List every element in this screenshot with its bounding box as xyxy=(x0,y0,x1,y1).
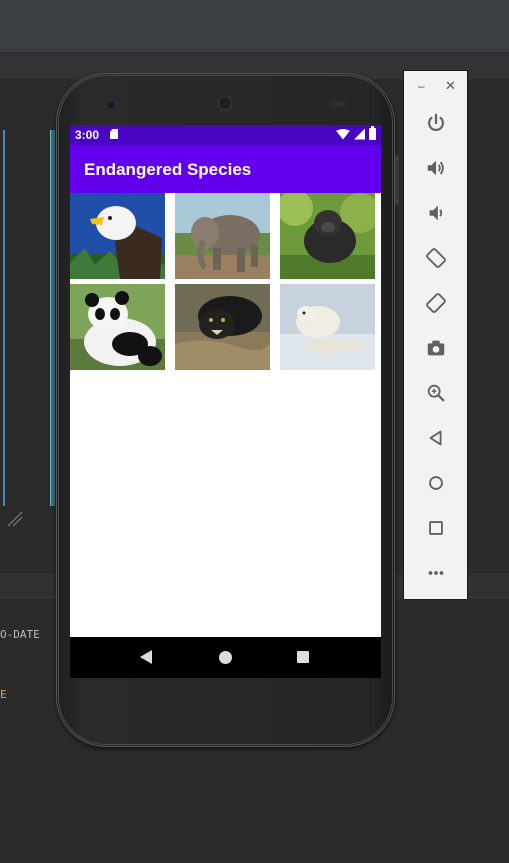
power-button[interactable] xyxy=(423,110,449,136)
minimize-button[interactable]: – xyxy=(418,79,425,93)
volume-down-button[interactable] xyxy=(423,200,449,226)
more-options-button[interactable] xyxy=(423,560,449,586)
camera-icon xyxy=(427,340,445,356)
app-bar: Endangered Species xyxy=(70,145,381,193)
volume-down-icon xyxy=(429,205,443,221)
blueprint-preview-frame xyxy=(50,130,55,506)
emulator-back-button[interactable] xyxy=(423,425,449,451)
status-bar: 3:00 xyxy=(70,125,381,145)
rotate-left-icon xyxy=(426,248,446,268)
emulator-overview-button[interactable] xyxy=(423,515,449,541)
more-icon xyxy=(428,571,444,575)
device-frame: 3:00 Endangered Species xyxy=(56,73,399,747)
rotate-right-button[interactable] xyxy=(423,290,449,316)
hardware-power-button[interactable] xyxy=(395,155,399,205)
home-icon[interactable] xyxy=(219,651,232,664)
system-nav-bar xyxy=(70,637,381,678)
black-panther-image[interactable] xyxy=(175,284,270,370)
design-preview-frame xyxy=(0,130,5,506)
close-button[interactable]: ✕ xyxy=(445,78,456,94)
polar-bear-image[interactable] xyxy=(280,284,375,370)
sd-card-icon xyxy=(110,129,118,139)
elephant-image[interactable] xyxy=(175,193,270,279)
power-icon xyxy=(428,113,444,132)
gorilla-image[interactable] xyxy=(280,193,375,279)
recents-icon[interactable] xyxy=(297,651,309,663)
wifi-icon xyxy=(336,128,350,140)
volume-up-icon xyxy=(427,160,444,176)
screenshot-button[interactable] xyxy=(423,335,449,361)
proximity-sensor xyxy=(329,101,347,107)
back-icon xyxy=(429,430,442,446)
zoom-icon xyxy=(427,384,445,402)
emulator-home-button[interactable] xyxy=(423,470,449,496)
build-output-line: E xyxy=(0,688,7,701)
battery-icon xyxy=(369,126,376,140)
resize-handle-icon[interactable] xyxy=(6,510,24,528)
device-screen: 3:00 Endangered Species xyxy=(70,125,381,678)
ide-toolbar xyxy=(0,22,509,53)
earpiece-speaker xyxy=(217,95,233,111)
build-output-line: O-DATE xyxy=(0,628,40,641)
status-time: 3:00 xyxy=(75,128,100,142)
app-title: Endangered Species xyxy=(84,160,252,179)
ide-title-bar xyxy=(0,0,509,23)
emulator-controls-panel: – ✕ xyxy=(403,70,468,600)
bald-eagle-image[interactable] xyxy=(70,193,165,279)
rotate-right-icon xyxy=(426,293,446,313)
overview-icon xyxy=(429,521,443,535)
home-icon xyxy=(429,476,443,490)
rotate-left-button[interactable] xyxy=(423,245,449,271)
panda-image[interactable] xyxy=(70,284,165,370)
volume-up-button[interactable] xyxy=(423,155,449,181)
zoom-button[interactable] xyxy=(423,380,449,406)
signal-icon xyxy=(354,128,365,140)
back-icon[interactable] xyxy=(140,650,152,664)
front-camera-icon xyxy=(107,101,115,109)
